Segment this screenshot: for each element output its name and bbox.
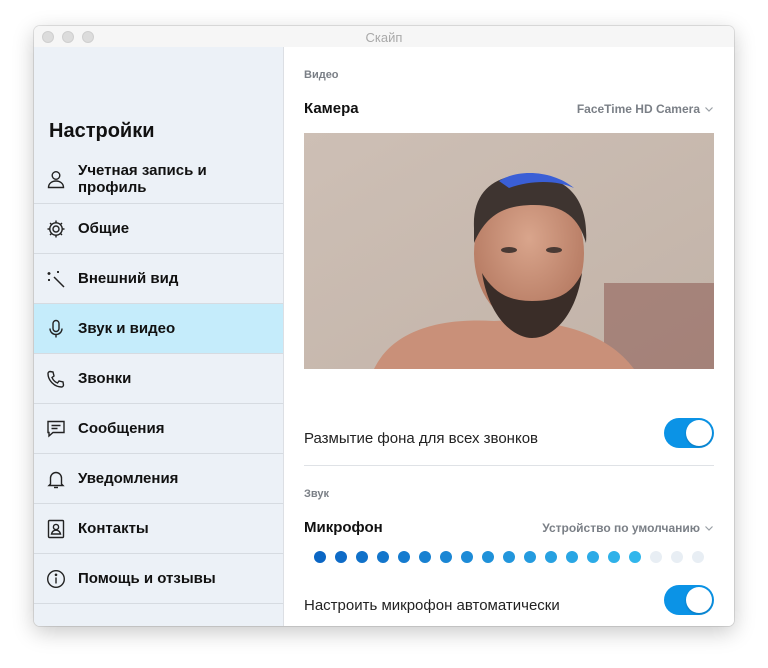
mic-level-dot [335,551,347,563]
sidebar-item-audio-video[interactable]: Звук и видео [34,304,283,354]
mic-level-dot [314,551,326,563]
camera-device-value: FaceTime HD Camera [576,102,700,116]
sidebar-item-label: Уведомления [78,470,179,487]
settings-menu: Учетная запись и профиль Общие Внешний в… [34,154,283,604]
camera-feed-image [304,133,714,369]
mic-level-dot [440,551,452,563]
sidebar-item-label: Общие [78,220,130,237]
background-blur-label: Размытие фона для всех звонков [304,430,539,447]
sidebar-item-account[interactable]: Учетная запись и профиль [34,154,283,204]
bell-icon [47,471,65,488]
window-title: Скайп [365,30,403,45]
microphone-icon [49,319,63,337]
auto-mic-toggle[interactable] [664,585,714,615]
sidebar-item-contacts[interactable]: Контакты [34,504,283,554]
mic-level-dot [608,551,620,563]
mic-level-dot [650,551,662,563]
mic-level-dot [545,551,557,563]
title-bar: Скайп [34,26,734,48]
video-section-label: Видео [304,69,339,81]
sidebar-item-label: Учетная запись и профиль [78,161,207,196]
mic-level-dot [419,551,431,563]
phone-icon [47,370,65,388]
mic-level-dot [629,551,641,563]
microphone-device-dropdown[interactable]: Устройство по умолчанию [542,521,714,535]
person-icon [47,170,65,188]
mic-level-dot [356,551,368,563]
microphone-title: Микрофон [304,519,383,536]
sidebar-item-label: Звук и видео [78,320,176,337]
mic-level-dot [587,551,599,563]
sidebar-item-appearance[interactable]: Внешний вид [34,254,283,304]
sidebar-item-label: Контакты [78,520,149,537]
chat-icon [47,420,65,438]
mic-level-dot [377,551,389,563]
toggle-knob [686,587,712,613]
camera-device-dropdown[interactable]: FaceTime HD Camera [577,102,714,116]
sidebar-item-label: Помощь и отзывы [78,570,216,587]
mic-level-dot [461,551,473,563]
sidebar-title: Настройки [49,120,155,142]
toggle-knob [686,420,712,446]
sidebar-item-calls[interactable]: Звонки [34,354,283,404]
mic-level-dot [398,551,410,563]
sidebar-item-label: Звонки [78,370,132,387]
sidebar-item-label: Внешний вид [78,270,179,287]
camera-title: Камера [304,100,359,117]
info-icon [46,569,66,588]
chevron-down-icon [705,107,713,112]
auto-mic-label: Настроить микрофон автоматически [304,597,560,614]
mic-level-dot [671,551,683,563]
mic-level-dot [566,551,578,563]
settings-content: Видео Камера FaceTime HD Camera Размытие… [284,47,734,626]
microphone-device-value: Устройство по умолчанию [542,521,700,535]
mic-level-dot [482,551,494,563]
background-blur-toggle[interactable] [664,418,714,448]
audio-section-label: Звук [304,488,330,500]
chevron-down-icon [705,526,713,531]
magic-wand-icon [47,270,65,288]
microphone-level-meter [314,551,704,563]
sidebar-item-help[interactable]: Помощь и отзывы [34,554,283,604]
contacts-icon [47,519,65,538]
gear-icon [47,220,65,237]
sidebar-item-label: Сообщения [78,420,165,437]
camera-preview [304,133,714,369]
settings-window: Скайп Настройки Учетная запись и профиль… [34,26,734,626]
sidebar-item-notifications[interactable]: Уведомления [34,454,283,504]
divider [304,465,714,466]
settings-sidebar: Настройки Учетная запись и профиль Общие [34,47,284,626]
sidebar-item-messages[interactable]: Сообщения [34,404,283,454]
sidebar-item-general[interactable]: Общие [34,204,283,254]
mic-level-dot [692,551,704,563]
mic-level-dot [503,551,515,563]
mic-level-dot [524,551,536,563]
